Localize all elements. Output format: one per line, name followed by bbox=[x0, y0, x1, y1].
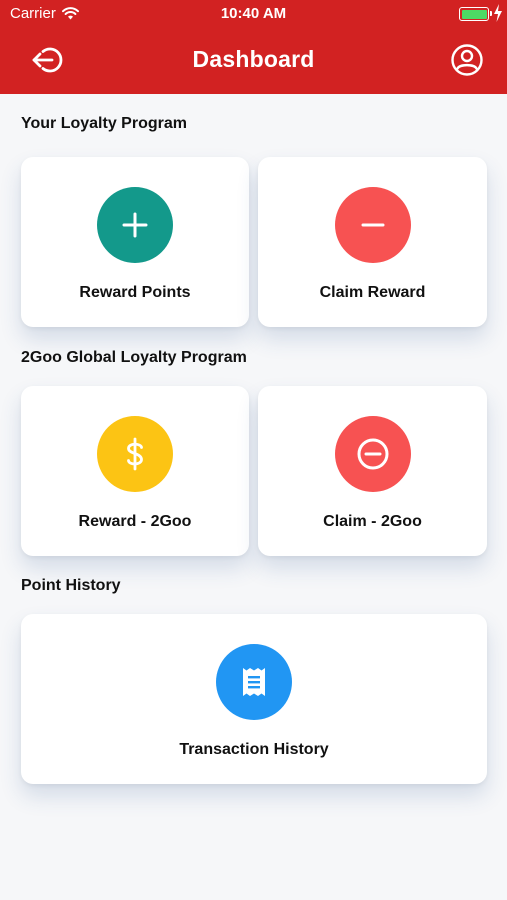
section-title-global: 2Goo Global Loyalty Program bbox=[21, 349, 247, 366]
section-title-history: Point History bbox=[21, 577, 121, 594]
reward-points-circle bbox=[97, 187, 173, 263]
claim-reward-card[interactable]: Claim Reward bbox=[258, 157, 487, 327]
receipt-icon bbox=[243, 668, 265, 696]
charging-bolt-icon bbox=[494, 4, 502, 22]
transaction-history-label: Transaction History bbox=[179, 741, 329, 758]
battery-icon bbox=[459, 7, 492, 21]
app-header: Carrier 10:40 AM Dashboard bbox=[0, 0, 507, 94]
reward-2goo-circle bbox=[97, 416, 173, 492]
claim-2goo-circle bbox=[334, 416, 411, 492]
status-time: 10:40 AM bbox=[220, 5, 287, 22]
page-title: Dashboard bbox=[192, 46, 315, 72]
claim-reward-label: Claim Reward bbox=[319, 284, 426, 301]
transaction-history-card[interactable]: Transaction History bbox=[21, 614, 487, 784]
reward-2goo-label: Reward - 2Goo bbox=[78, 513, 192, 530]
section-title-loyalty: Your Loyalty Program bbox=[21, 115, 187, 132]
claim-2goo-card[interactable]: Claim - 2Goo bbox=[258, 386, 487, 556]
minus-circle-icon bbox=[357, 438, 388, 470]
reward-points-card[interactable]: Reward Points bbox=[21, 157, 249, 327]
user-profile-icon bbox=[451, 44, 483, 76]
status-bar: Carrier 10:40 AM bbox=[0, 0, 507, 28]
plus-icon bbox=[122, 212, 148, 238]
claim-reward-circle bbox=[334, 187, 411, 263]
nav-bar: Dashboard bbox=[0, 28, 507, 94]
profile-button[interactable] bbox=[449, 42, 485, 78]
reward-2goo-card[interactable]: Reward - 2Goo bbox=[21, 386, 249, 556]
claim-2goo-label: Claim - 2Goo bbox=[323, 513, 422, 530]
dollar-icon bbox=[127, 437, 143, 471]
transaction-history-circle bbox=[216, 644, 292, 720]
minus-icon bbox=[361, 223, 384, 227]
battery-level bbox=[461, 9, 487, 19]
reward-points-label: Reward Points bbox=[79, 284, 191, 301]
